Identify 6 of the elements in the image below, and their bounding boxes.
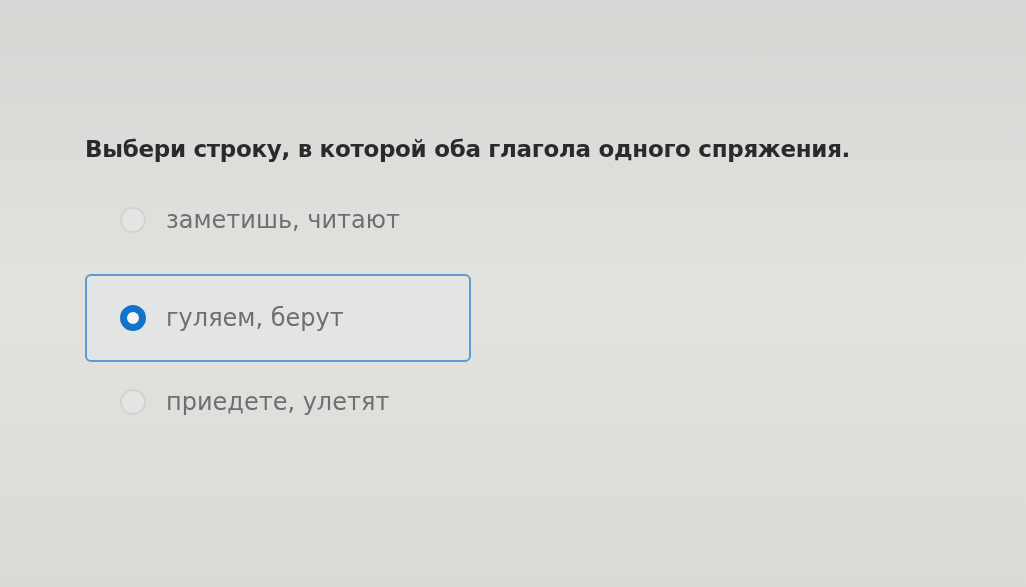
question-text: Выбери строку, в которой оба глагола одного спряжения. [85, 136, 852, 162]
option-label: гуляем, берут [166, 304, 344, 332]
option-label: заметишь, читают [166, 206, 400, 234]
option-label: приедете, улетят [166, 388, 390, 416]
radio-button[interactable] [120, 305, 146, 331]
answer-option[interactable]: гуляем, берут [85, 274, 471, 362]
